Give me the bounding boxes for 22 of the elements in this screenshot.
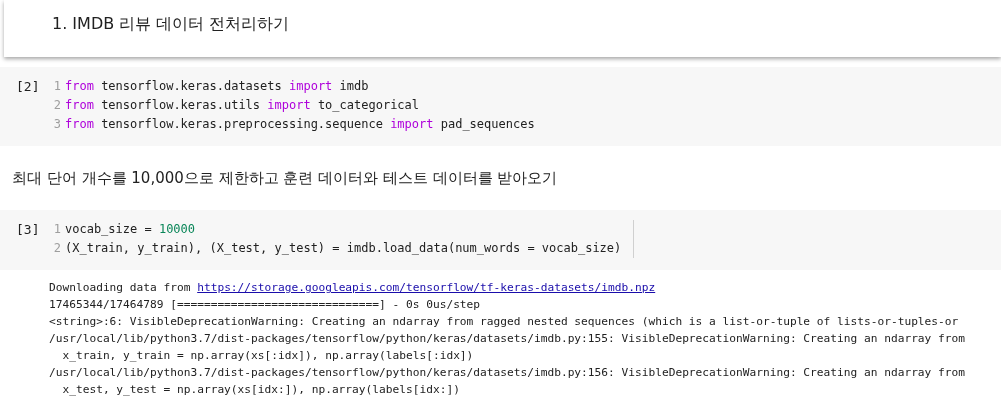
section-heading: 1. IMDB 리뷰 데이터 전처리하기 <box>52 13 290 35</box>
output-line: <string>:6: VisibleDeprecationWarning: Creating an ndarray from ragged nested sequences (which is a list-or-tuple of lists-or-tuples-or <box>49 314 959 330</box>
execution-count: [3] <box>15 221 41 239</box>
line-number: 3 <box>52 116 61 133</box>
code-line: from tensorflow.keras.utils import to_categorical <box>65 97 420 114</box>
execution-count: [2] <box>15 78 41 96</box>
output-line: Downloading data from <box>49 280 192 296</box>
output-link[interactable]: https://storage.googleapis.com/tensorflow/tf-keras-datasets/imdb.npz <box>197 279 656 296</box>
output-line: x_train, y_train = np.array(xs[:idx]), np.array(labels[:idx]) <box>61 348 474 364</box>
line-number: 1 <box>52 78 61 95</box>
code-line: from tensorflow.keras.preprocessing.sequence import pad_sequences <box>65 116 535 133</box>
output-line: x_test, y_test = np.array(xs[idx:]), np.array(labels[idx:]) <box>61 382 460 398</box>
line-number: 2 <box>52 97 61 114</box>
output-line: /usr/local/lib/python3.7/dist-packages/tensorflow/python/keras/datasets/imdb.py:155: VisibleDeprecationWarning: Creating an ndarray from <box>49 331 966 347</box>
output-line: /usr/local/lib/python3.7/dist-packages/tensorflow/python/keras/datasets/imdb.py:156: VisibleDeprecationWarning: Creating an ndarray from <box>49 365 966 381</box>
code-line: vocab_size = 10000 <box>65 221 196 238</box>
output-line: 17465344/17464789 [==============================] - 0s 0us/step <box>49 297 481 313</box>
markdown-text: 최대 단어 개수를 10,000으로 제한하고 훈련 데이터와 테스트 데이터를 받아오기 <box>12 169 558 187</box>
line-number: 1 <box>52 221 61 238</box>
code-line: (X_train, y_train), (X_test, y_test) = imdb.load_data(num_words = vocab_size) <box>65 240 622 257</box>
line-number: 2 <box>52 240 61 257</box>
code-line: from tensorflow.keras.datasets import imdb <box>65 78 369 95</box>
